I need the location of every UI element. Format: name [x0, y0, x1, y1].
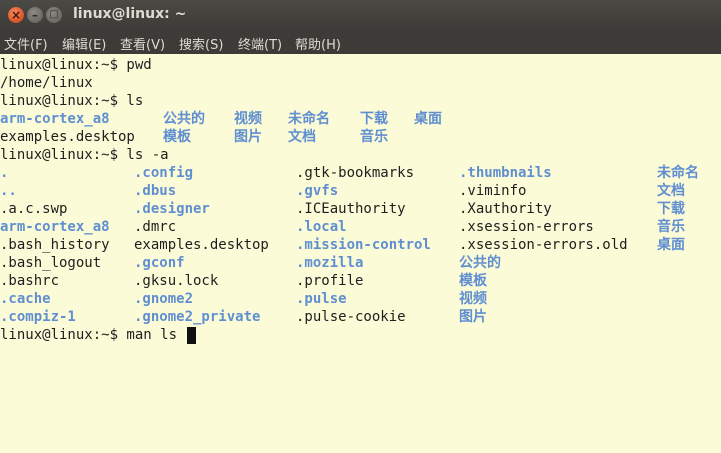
ls-entry-dir: 下载 [657, 201, 685, 217]
ls-entry-dir: .mozilla [296, 255, 364, 271]
ls-entry-dir: 视频 [234, 111, 262, 127]
ls-entry-file: .Xauthority [459, 201, 552, 217]
ls-entry-dir: 视频 [459, 291, 487, 307]
menu-view[interactable]: 查看(V) [120, 34, 165, 53]
close-button[interactable]: × [8, 7, 24, 23]
terminal-window: × – □ linux@linux: ~ 文件(F) 编辑(E) 查看(V) 搜… [0, 0, 721, 453]
ls-entry-dir: .gnome2_private [134, 309, 261, 325]
ls-entry-dir: .local [296, 219, 347, 235]
ls-entry-dir: 桌面 [414, 111, 442, 127]
ls-entry-dir: 模板 [163, 129, 191, 145]
ls-entry-file: .ICEauthority [296, 201, 406, 217]
ls-entry-file: .gtk-bookmarks [296, 165, 415, 181]
ls-entry-dir: 文档 [288, 129, 316, 145]
ls-entry-dir: arm-cortex_a8 [0, 219, 110, 235]
ls-entry-dir: .cache [0, 291, 51, 307]
ls-entry-file: .xsession-errors [459, 219, 594, 235]
ls-entry-dir: . [0, 165, 9, 181]
ls-entry-dir: .. [0, 183, 17, 199]
ls-entry-dir: .thumbnails [459, 165, 552, 181]
ls-entry-file: .a.c.swp [0, 201, 68, 217]
ls-entry-dir: 未命名 [288, 111, 330, 127]
command-line-current: linux@linux:~$ man ls [0, 327, 178, 343]
ls-entry-dir: 模板 [459, 273, 487, 289]
ls-entry-dir: .designer [134, 201, 210, 217]
ls-entry-dir: .gconf [134, 255, 185, 271]
command-line: linux@linux:~$ ls [0, 93, 144, 109]
menu-file[interactable]: 文件(F) [4, 34, 48, 53]
ls-entry-dir: 桌面 [657, 237, 685, 253]
ls-entry-dir: .gnome2 [134, 291, 194, 307]
ls-entry-file: .bash_history [0, 237, 110, 253]
menu-help[interactable]: 帮助(H) [295, 34, 341, 53]
ls-entry-file: .viminfo [459, 183, 527, 199]
ls-entry-dir: .dbus [134, 183, 177, 199]
ls-entry-dir: 公共的 [459, 255, 501, 271]
ls-entry-dir: .mission-control [296, 237, 431, 253]
menu-edit[interactable]: 编辑(E) [62, 34, 106, 53]
ls-entry-file: .xsession-errors.old [459, 237, 628, 253]
maximize-button[interactable]: □ [46, 7, 62, 23]
text-cursor [187, 327, 196, 344]
command-line: linux@linux:~$ pwd [0, 57, 152, 73]
ls-entry-file: .pulse-cookie [296, 309, 406, 325]
ls-entry-dir: arm-cortex_a8 [0, 111, 110, 127]
ls-entry-dir: .compiz-1 [0, 309, 76, 325]
ls-entry-file: .dmrc [134, 219, 177, 235]
ls-entry-dir: .config [134, 165, 194, 181]
window-title: linux@linux: ~ [73, 6, 187, 22]
menu-search[interactable]: 搜索(S) [179, 34, 223, 53]
ls-entry-dir: 图片 [459, 309, 487, 325]
title-bar[interactable]: × – □ linux@linux: ~ [0, 0, 721, 30]
output-line: /home/linux [0, 75, 93, 91]
menu-bar: 文件(F) 编辑(E) 查看(V) 搜索(S) 终端(T) 帮助(H) [0, 30, 721, 54]
ls-entry-dir: 下载 [360, 111, 388, 127]
ls-entry-dir: 音乐 [360, 129, 388, 145]
ls-entry-dir: .pulse [296, 291, 347, 307]
ls-entry-file: .gksu.lock [134, 273, 219, 289]
menu-terminal[interactable]: 终端(T) [238, 34, 282, 53]
ls-entry-file: .bashrc [0, 273, 60, 289]
command-line: linux@linux:~$ ls -a [0, 147, 169, 163]
ls-entry-dir: 图片 [234, 129, 262, 145]
ls-entry-file: .bash_logout [0, 255, 102, 271]
ls-entry-file: .profile [296, 273, 364, 289]
ls-entry-dir: 文档 [657, 183, 685, 199]
ls-entry-dir: 未命名 [657, 165, 699, 181]
ls-entry-dir: .gvfs [296, 183, 339, 199]
ls-entry-dir: 公共的 [163, 111, 205, 127]
terminal-area[interactable]: linux@linux:~$ pwd /home/linux linux@lin… [0, 54, 721, 453]
ls-entry-file: examples.desktop [134, 237, 269, 253]
ls-entry-file: examples.desktop [0, 129, 135, 145]
minimize-button[interactable]: – [27, 7, 43, 23]
ls-entry-dir: 音乐 [657, 219, 685, 235]
